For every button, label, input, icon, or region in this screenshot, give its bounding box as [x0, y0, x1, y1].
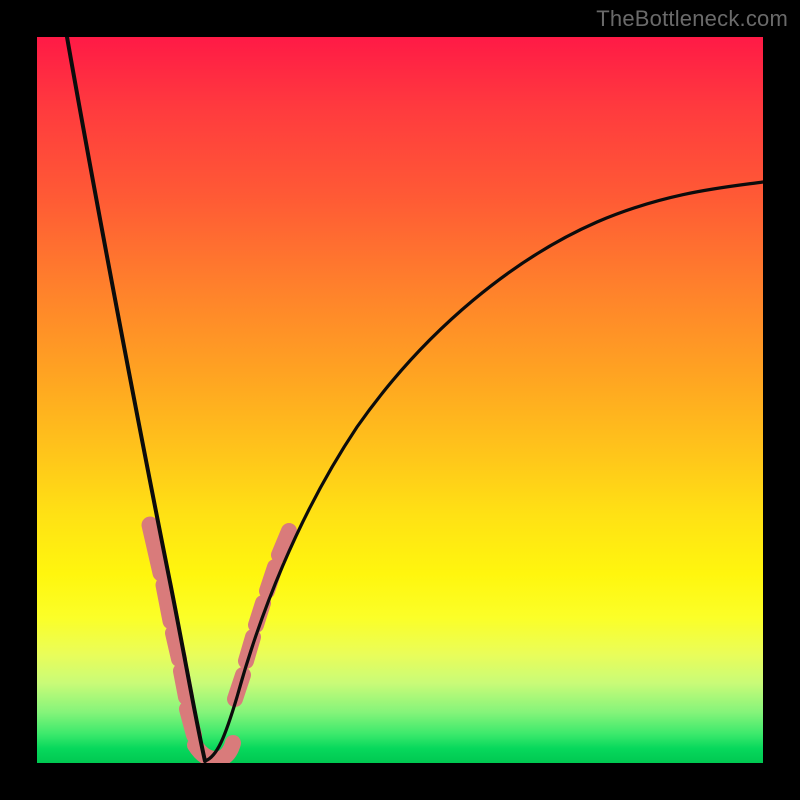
watermark-text: TheBottleneck.com — [596, 6, 788, 32]
chart-frame: TheBottleneck.com — [0, 0, 800, 800]
plot-area — [37, 37, 763, 763]
curve-layer — [37, 37, 763, 763]
pink-highlights — [150, 525, 289, 759]
